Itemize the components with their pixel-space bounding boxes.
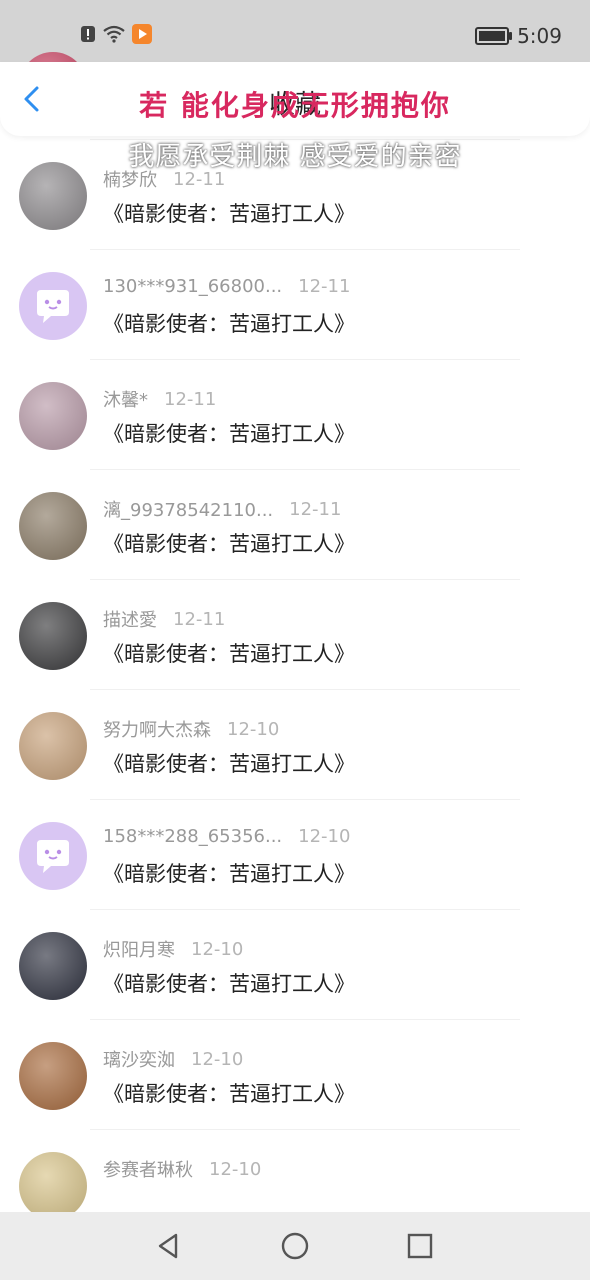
list-item[interactable]: 努力啊大杰森 12-10 《暗影使者：苦逼打工人》 — [0, 690, 590, 800]
header-bar: 收藏 若 能化身成无形拥抱你 — [0, 62, 590, 136]
username[interactable]: 努力啊大杰森 — [103, 716, 211, 742]
avatar[interactable] — [19, 822, 87, 890]
username[interactable]: 158***288_65356... — [103, 826, 282, 847]
name-row: 描述愛 12-11 — [103, 606, 225, 632]
avatar[interactable] — [19, 1152, 87, 1220]
favorite-title[interactable]: 《暗影使者：苦逼打工人》 — [103, 1078, 355, 1108]
username[interactable]: 130***931_66800... — [103, 276, 282, 297]
timestamp: 12-10 — [209, 1158, 262, 1180]
list-item[interactable]: 158***288_65356... 12-10 《暗影使者：苦逼打工人》 — [0, 800, 590, 910]
timestamp: 12-11 — [289, 498, 342, 520]
list-item[interactable]: 130***931_66800... 12-11 《暗影使者：苦逼打工人》 — [0, 250, 590, 360]
timestamp: 12-10 — [227, 718, 280, 740]
list-item[interactable]: 漓_99378542110... 12-11 《暗影使者：苦逼打工人》 — [0, 470, 590, 580]
square-recent-icon[interactable] — [404, 1230, 436, 1262]
favorite-title[interactable]: 《暗影使者：苦逼打工人》 — [103, 858, 355, 888]
timestamp: 12-11 — [173, 608, 226, 630]
favorite-title[interactable]: 《暗影使者：苦逼打工人》 — [103, 748, 355, 778]
name-row: 努力啊大杰森 12-10 — [103, 716, 279, 742]
favorite-title[interactable]: 《暗影使者：苦逼打工人》 — [103, 308, 355, 338]
favorite-title[interactable]: 《暗影使者：苦逼打工人》 — [103, 968, 355, 998]
avatar[interactable] — [19, 932, 87, 1000]
favorite-title[interactable]: 《暗影使者：苦逼打工人》 — [103, 418, 355, 448]
timestamp: 12-11 — [298, 276, 351, 297]
username[interactable]: 沐馨* — [103, 386, 148, 412]
avatar[interactable] — [19, 272, 87, 340]
favorite-title[interactable]: 《暗影使者：苦逼打工人》 — [103, 528, 355, 558]
chat-bubble-icon — [37, 290, 69, 323]
timestamp: 12-11 — [164, 388, 217, 410]
name-row: 158***288_65356... 12-10 — [103, 826, 350, 847]
avatar[interactable] — [19, 1042, 87, 1110]
list-item[interactable]: 描述愛 12-11 《暗影使者：苦逼打工人》 — [0, 580, 590, 690]
lyric-overlay-secondary: 我愿承受荆棘 感受爱的亲密 — [128, 142, 462, 172]
favorite-title[interactable]: 《暗影使者：苦逼打工人》 — [103, 198, 355, 228]
avatar[interactable] — [19, 382, 87, 450]
username[interactable]: 漓_99378542110... — [103, 496, 273, 522]
name-row: 漓_99378542110... 12-11 — [103, 496, 341, 522]
circle-home-icon[interactable] — [279, 1230, 311, 1262]
username[interactable]: 炽阳月寒 — [103, 936, 175, 962]
avatar[interactable] — [19, 602, 87, 670]
system-navbar — [0, 1212, 590, 1280]
username[interactable]: 璃沙奕洳 — [103, 1046, 175, 1072]
name-row: 参赛者琳秋 12-10 — [103, 1156, 261, 1182]
name-row: 沐馨* 12-11 — [103, 386, 216, 412]
name-row: 130***931_66800... 12-11 — [103, 276, 350, 297]
triangle-back-icon[interactable] — [152, 1230, 184, 1262]
timestamp: 12-10 — [298, 826, 351, 847]
chat-bubble-icon — [37, 840, 69, 873]
timestamp: 12-10 — [191, 938, 244, 960]
favorite-title[interactable]: 《暗影使者：苦逼打工人》 — [103, 638, 355, 668]
name-row: 璃沙奕洳 12-10 — [103, 1046, 243, 1072]
favorites-list: 《暗影使者：苦逼打工人》楠梦欣12-11《暗影使者：苦逼打工人》130***93… — [0, 52, 590, 1240]
avatar[interactable] — [19, 712, 87, 780]
avatar[interactable] — [19, 492, 87, 560]
list-item[interactable]: 炽阳月寒 12-10 《暗影使者：苦逼打工人》 — [0, 910, 590, 1020]
list-item[interactable]: 璃沙奕洳 12-10 《暗影使者：苦逼打工人》 — [0, 1020, 590, 1130]
username[interactable]: 描述愛 — [103, 606, 157, 632]
list-item[interactable]: 沐馨* 12-11 《暗影使者：苦逼打工人》 — [0, 360, 590, 470]
timestamp: 12-10 — [191, 1048, 244, 1070]
lyric-overlay: 若 能化身成无形拥抱你 — [139, 89, 451, 122]
name-row: 炽阳月寒 12-10 — [103, 936, 243, 962]
username[interactable]: 参赛者琳秋 — [103, 1156, 193, 1182]
